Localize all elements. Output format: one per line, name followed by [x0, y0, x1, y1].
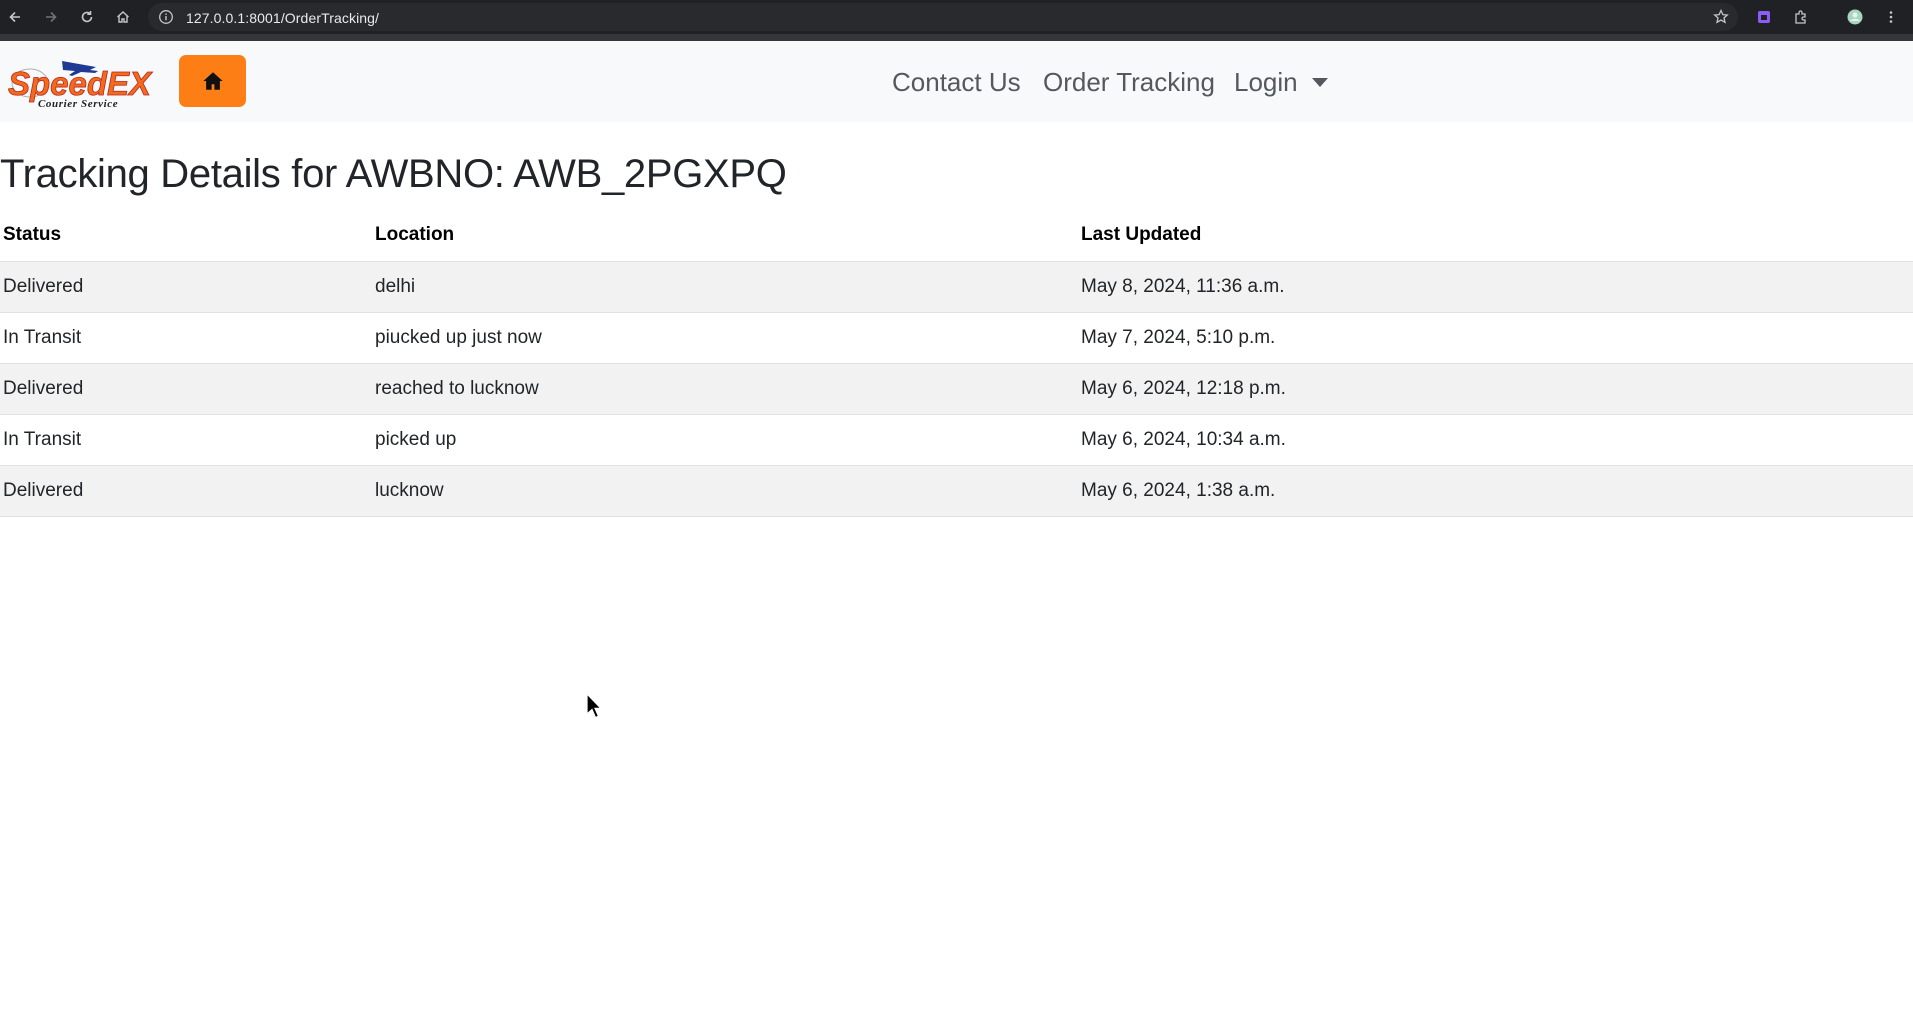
nav-order-tracking[interactable]: Order Tracking — [1043, 67, 1215, 98]
cell-last-updated: May 6, 2024, 12:18 p.m. — [1078, 363, 1913, 415]
header-location: Location — [372, 210, 1078, 262]
page-title: Tracking Details for AWBNO: AWB_2PGXPQ — [0, 152, 787, 196]
mouse-cursor-icon — [586, 693, 603, 719]
house-icon — [202, 72, 223, 90]
bookmark-star-icon[interactable] — [1712, 8, 1730, 26]
cell-location: piucked up just now — [372, 312, 1078, 364]
table-row: Delivered reached to lucknow May 6, 2024… — [0, 363, 1913, 415]
table-header-row: Status Location Last Updated — [0, 210, 1913, 262]
cell-location: picked up — [372, 414, 1078, 466]
url-text[interactable]: 127.0.0.1:8001/OrderTracking/ — [186, 10, 379, 26]
site-navbar: SpeedEX Courier Service Contact Us Order… — [0, 41, 1913, 122]
table-row: Delivered lucknow May 6, 2024, 1:38 a.m. — [0, 465, 1913, 517]
cell-status: Delivered — [0, 465, 372, 517]
speedex-logo[interactable]: SpeedEX Courier Service — [6, 55, 158, 111]
reload-icon[interactable] — [75, 5, 99, 29]
extension-icon[interactable] — [1752, 5, 1776, 29]
header-status: Status — [0, 210, 372, 262]
chevron-down-icon[interactable] — [1312, 78, 1328, 87]
cell-location: reached to lucknow — [372, 363, 1078, 415]
cell-last-updated: May 7, 2024, 5:10 p.m. — [1078, 312, 1913, 364]
cell-location: lucknow — [372, 465, 1078, 517]
puzzle-icon[interactable] — [1789, 5, 1813, 29]
nav-login-dropdown[interactable]: Login — [1234, 67, 1298, 98]
home-button[interactable] — [179, 55, 246, 107]
profile-avatar[interactable] — [1843, 5, 1867, 29]
table-row: Delivered delhi May 8, 2024, 11:36 a.m. — [0, 261, 1913, 313]
browser-toolbar: 127.0.0.1:8001/OrderTracking/ — [0, 0, 1913, 41]
home-icon[interactable] — [111, 5, 135, 29]
nav-contact-us[interactable]: Contact Us — [892, 67, 1021, 98]
logo-wordmark: SpeedEX — [8, 65, 153, 102]
cell-last-updated: May 6, 2024, 10:34 a.m. — [1078, 414, 1913, 466]
cell-status: Delivered — [0, 261, 372, 313]
header-last-updated: Last Updated — [1078, 210, 1913, 262]
forward-icon[interactable] — [39, 5, 63, 29]
table-row: In Transit picked up May 6, 2024, 10:34 … — [0, 414, 1913, 466]
cell-status: In Transit — [0, 312, 372, 364]
site-info-icon[interactable] — [158, 9, 174, 25]
back-icon[interactable] — [3, 5, 27, 29]
cell-status: Delivered — [0, 363, 372, 415]
cell-location: delhi — [372, 261, 1078, 313]
cell-last-updated: May 6, 2024, 1:38 a.m. — [1078, 465, 1913, 517]
logo-subtext: Courier Service — [38, 98, 118, 110]
address-bar[interactable]: 127.0.0.1:8001/OrderTracking/ — [148, 3, 1738, 31]
cell-status: In Transit — [0, 414, 372, 466]
table-row: In Transit piucked up just now May 7, 20… — [0, 312, 1913, 364]
cell-last-updated: May 8, 2024, 11:36 a.m. — [1078, 261, 1913, 313]
kebab-menu-icon[interactable] — [1879, 5, 1903, 29]
tracking-table: Status Location Last Updated Delivered d… — [0, 210, 1913, 517]
